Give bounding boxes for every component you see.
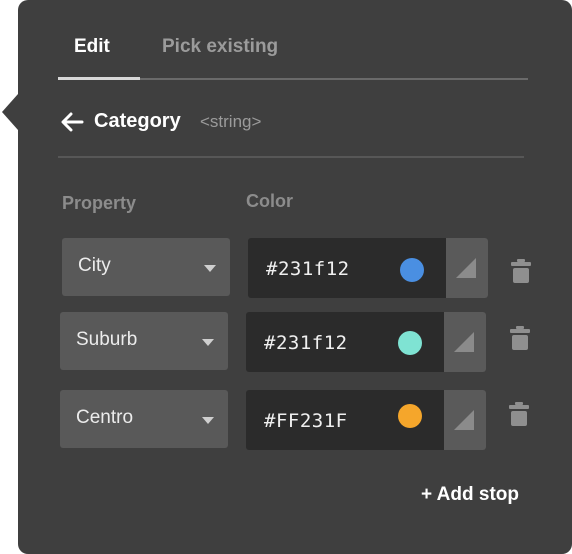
color-swatch[interactable] xyxy=(400,258,424,282)
column-header-property: Property xyxy=(62,193,137,213)
chevron-down-icon xyxy=(202,339,214,346)
attribute-type: <string> xyxy=(200,112,262,131)
color-picker-icon xyxy=(454,332,474,352)
tab-edit[interactable]: Edit xyxy=(74,36,110,58)
property-select[interactable]: City xyxy=(62,238,230,296)
color-hex-input[interactable] xyxy=(264,410,384,432)
color-field xyxy=(246,312,486,372)
color-picker-button[interactable] xyxy=(446,238,488,298)
add-stop-button[interactable]: + Add stop xyxy=(421,484,519,506)
chevron-down-icon xyxy=(202,417,214,424)
color-swatch[interactable] xyxy=(398,331,422,355)
active-tab-indicator xyxy=(58,77,140,80)
trash-icon[interactable] xyxy=(509,401,529,427)
tab-pick-existing[interactable]: Pick existing xyxy=(162,36,278,58)
property-select[interactable]: Suburb xyxy=(60,312,228,370)
property-select-value: Suburb xyxy=(76,329,138,350)
color-picker-button[interactable] xyxy=(444,390,486,450)
trash-icon[interactable] xyxy=(511,258,531,284)
section-divider xyxy=(58,156,524,158)
color-field xyxy=(248,238,488,298)
column-header-color: Color xyxy=(246,191,293,211)
attribute-name: Category xyxy=(94,110,181,132)
color-hex-input[interactable] xyxy=(264,332,384,354)
color-hex-input[interactable] xyxy=(266,258,386,280)
arrow-left-icon[interactable] xyxy=(60,111,84,133)
color-picker-icon xyxy=(456,258,476,278)
color-picker-icon xyxy=(454,410,474,430)
property-select-value: Centro xyxy=(76,407,134,428)
color-picker-button[interactable] xyxy=(444,312,486,372)
color-swatch[interactable] xyxy=(398,404,422,428)
popover-pointer xyxy=(2,94,18,130)
trash-icon[interactable] xyxy=(510,325,530,351)
property-select-value: City xyxy=(78,255,111,276)
color-field xyxy=(246,390,486,450)
property-select[interactable]: Centro xyxy=(60,390,228,448)
chevron-down-icon xyxy=(204,265,216,272)
